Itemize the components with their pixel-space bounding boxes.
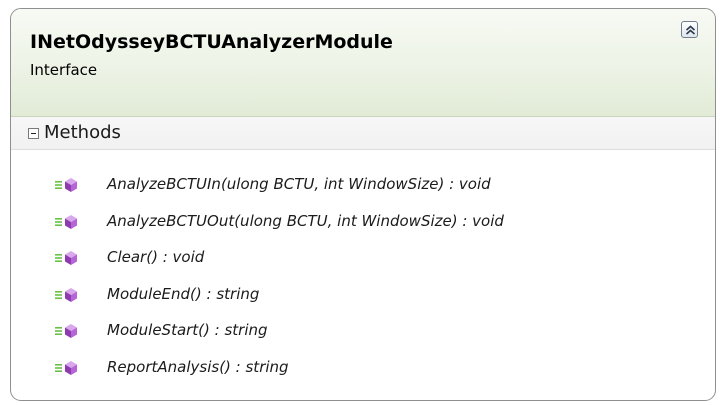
method-item[interactable]: AnalyzeBCTUIn(ulong BCTU, int WindowSize… [55, 171, 695, 199]
method-signature: AnalyzeBCTUOut(ulong BCTU, int WindowSiz… [107, 211, 504, 230]
public-method-icon [55, 361, 77, 375]
minus-box-icon[interactable] [28, 128, 39, 139]
public-method-icon [55, 214, 77, 229]
public-method-icon [55, 324, 77, 339]
shape-header[interactable]: INetOdysseyBCTUAnalyzerModule Interface [11, 9, 715, 117]
interface-shape[interactable]: INetOdysseyBCTUAnalyzerModule Interface … [10, 8, 716, 401]
method-signature: ReportAnalysis() : string [107, 358, 289, 376]
method-signature: Clear() : void [107, 248, 205, 267]
method-signature: AnalyzeBCTUIn(ulong BCTU, int WindowSize… [107, 175, 491, 193]
method-item[interactable]: Clear() : void [55, 244, 695, 272]
public-method-icon [55, 178, 77, 192]
interface-name: INetOdysseyBCTUAnalyzerModule [30, 31, 393, 53]
collapse-button[interactable] [681, 21, 698, 38]
method-signature: ModuleStart() : string [107, 321, 268, 340]
method-item[interactable]: ReportAnalysis() : string [55, 354, 695, 382]
methods-compartment-header: Methods [11, 117, 715, 150]
method-item[interactable]: ModuleStart() : string [55, 317, 695, 345]
interface-stereotype: Interface [30, 61, 98, 79]
public-method-icon [55, 287, 77, 302]
methods-label: Methods [44, 122, 121, 143]
method-signature: ModuleEnd() : string [107, 284, 260, 303]
method-item[interactable]: AnalyzeBCTUOut(ulong BCTU, int WindowSiz… [55, 208, 695, 236]
public-method-icon [55, 251, 77, 266]
double-chevron-up-icon [685, 25, 696, 35]
method-item[interactable]: ModuleEnd() : string [55, 281, 695, 309]
